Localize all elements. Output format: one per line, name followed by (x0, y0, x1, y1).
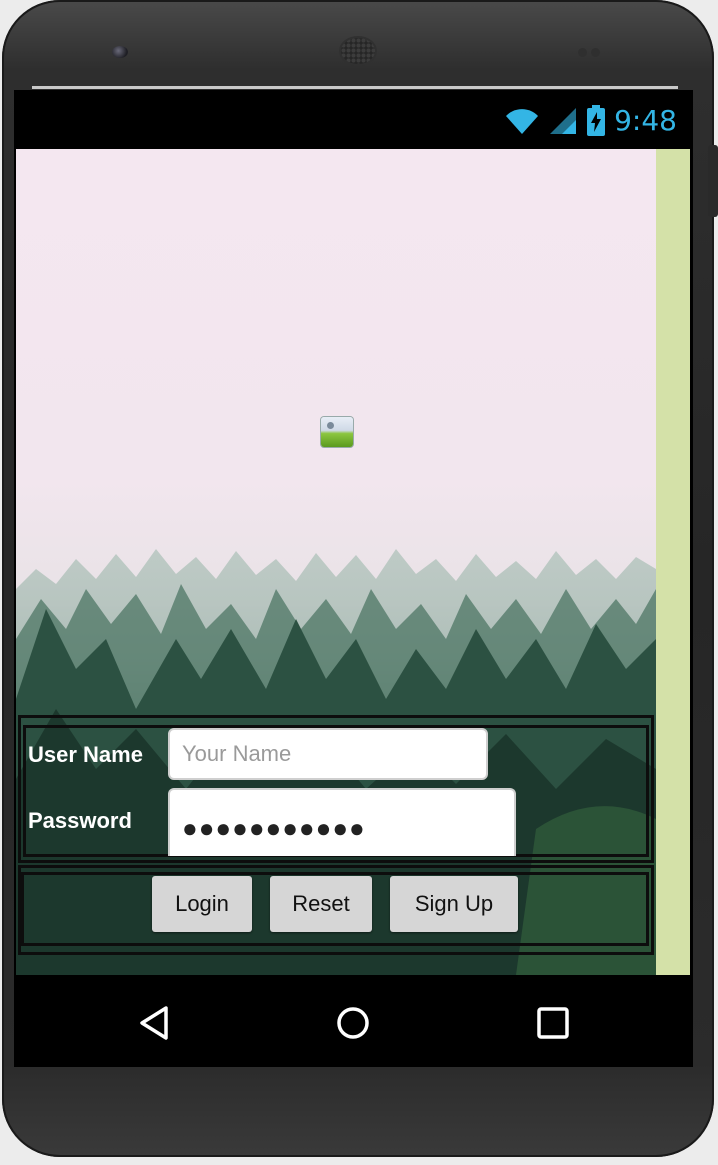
screen: 9:48 User Name Your Name Password ●●●●●●… (14, 90, 693, 1067)
phone-frame: 9:48 User Name Your Name Password ●●●●●●… (2, 0, 714, 1157)
home-button[interactable] (333, 1003, 373, 1043)
side-strip (656, 149, 690, 975)
recents-button[interactable] (533, 1003, 573, 1043)
app-background: User Name Your Name Password ●●●●●●●●●●●… (16, 149, 656, 975)
proximity-sensor (578, 44, 612, 57)
side-button (708, 145, 718, 217)
back-triangle-icon (140, 1006, 168, 1040)
password-input[interactable]: ●●●●●●●●●●● (168, 788, 516, 856)
username-input[interactable]: Your Name (168, 728, 488, 780)
clock: 9:48 (614, 104, 677, 137)
cell-signal-icon (550, 107, 577, 134)
password-masked-value: ●●●●●●●●●●● (182, 812, 366, 843)
recents-square-icon (537, 1007, 569, 1039)
username-placeholder: Your Name (182, 741, 292, 766)
password-label: Password (28, 808, 132, 833)
broken-image-icon (321, 417, 353, 447)
earpiece-speaker (341, 38, 375, 64)
home-circle-icon (337, 1007, 369, 1039)
status-bar: 9:48 (14, 90, 693, 149)
bezel-divider (32, 86, 678, 89)
wifi-icon (506, 108, 539, 134)
username-label: User Name (28, 742, 143, 767)
login-button[interactable]: Login (152, 876, 252, 932)
navigation-bar (14, 975, 693, 1067)
front-camera (112, 46, 128, 58)
back-button[interactable] (134, 1003, 174, 1043)
reset-button[interactable]: Reset (270, 876, 372, 932)
login-form: User Name Your Name Password ●●●●●●●●●●●… (18, 715, 654, 963)
battery-charging-icon (587, 104, 606, 136)
signup-button[interactable]: Sign Up (390, 876, 518, 932)
